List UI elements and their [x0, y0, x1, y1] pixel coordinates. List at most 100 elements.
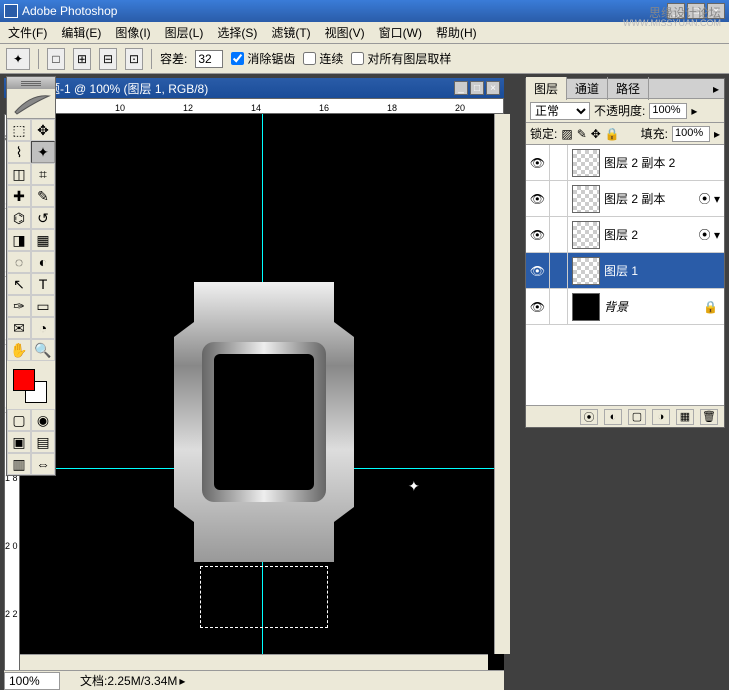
new-layer-button[interactable]: ▦	[676, 409, 694, 425]
screenmode-std-icon[interactable]: ▣	[7, 431, 31, 453]
visibility-toggle[interactable]: 👁	[526, 181, 550, 216]
jump-to-icon[interactable]: ⇔	[31, 453, 55, 475]
screenmode-full-icon[interactable]: ▤	[31, 431, 55, 453]
horizontal-ruler[interactable]: 8 10 12 14 16 18 20	[20, 98, 504, 114]
menu-image[interactable]: 图像(I)	[109, 22, 156, 43]
layer-thumbnail[interactable]	[572, 293, 600, 321]
fx-button[interactable]: ⦿	[580, 409, 598, 425]
tool-hand[interactable]: ✋	[7, 339, 31, 361]
fx-icon[interactable]: ⦿ ▾	[699, 226, 720, 243]
menu-help[interactable]: 帮助(H)	[430, 22, 483, 43]
selmode-new[interactable]: □	[47, 48, 65, 70]
foreground-color[interactable]	[13, 369, 35, 391]
menu-edit[interactable]: 编辑(E)	[55, 22, 107, 43]
tool-wand[interactable]: ✦	[31, 141, 55, 163]
tool-blur[interactable]: ◌	[7, 251, 31, 273]
tool-shape[interactable]: ▭	[31, 295, 55, 317]
link-column[interactable]	[550, 253, 568, 288]
tool-marquee[interactable]: ⬚	[7, 119, 31, 141]
layer-row[interactable]: 👁 图层 1	[526, 253, 724, 289]
toolbox[interactable]: ⬚✥⌇✦◫⌗✚✎⌬↺◨▦◌◐↖T✑▭✉◔✋🔍 ▢ ◉ ▣ ▤ ▥ ⇔	[6, 76, 56, 476]
menu-file[interactable]: 文件(F)	[2, 22, 53, 43]
folder-button[interactable]: ▢	[628, 409, 646, 425]
zoom-input[interactable]: 100%	[4, 672, 60, 690]
layer-row[interactable]: 👁 图层 2 副本⦿ ▾	[526, 181, 724, 217]
menu-view[interactable]: 视图(V)	[319, 22, 371, 43]
tool-notes[interactable]: ✉	[7, 317, 31, 339]
layer-thumbnail[interactable]	[572, 257, 600, 285]
antialias-checkbox[interactable]	[231, 52, 244, 65]
selmode-add[interactable]: ⊞	[73, 48, 91, 70]
visibility-toggle[interactable]: 👁	[526, 289, 550, 324]
layer-thumbnail[interactable]	[572, 185, 600, 213]
tolerance-input[interactable]	[195, 50, 223, 68]
selmode-sub[interactable]: ⊟	[99, 48, 117, 70]
panel-menu-icon[interactable]: ▸	[708, 81, 724, 97]
lock-trans-icon[interactable]: ▨	[561, 127, 572, 141]
visibility-toggle[interactable]: 👁	[526, 253, 550, 288]
tool-zoom[interactable]: 🔍	[31, 339, 55, 361]
tab-channels[interactable]: 通道	[567, 77, 608, 100]
layer-row[interactable]: 👁背景🔒	[526, 289, 724, 325]
doc-close[interactable]: ×	[486, 81, 500, 95]
layer-name[interactable]: 图层 2 副本	[604, 190, 699, 207]
canvas[interactable]: ✦	[20, 114, 504, 670]
tool-pen[interactable]: ✑	[7, 295, 31, 317]
tool-brush[interactable]: ✎	[31, 185, 55, 207]
contiguous-checkbox[interactable]	[303, 52, 316, 65]
alllayers-checkbox[interactable]	[351, 52, 364, 65]
tool-slice[interactable]: ⌗	[31, 163, 55, 185]
lock-move-icon[interactable]: ✥	[591, 127, 601, 141]
tab-layers[interactable]: 图层	[526, 77, 567, 100]
visibility-toggle[interactable]: 👁	[526, 145, 550, 180]
layer-name[interactable]: 图层 1	[604, 262, 724, 279]
tool-heal[interactable]: ✚	[7, 185, 31, 207]
blend-mode-select[interactable]: 正常	[530, 102, 590, 120]
menu-filter[interactable]: 滤镜(T)	[265, 22, 316, 43]
menu-window[interactable]: 窗口(W)	[373, 22, 428, 43]
doc-maximize[interactable]: □	[470, 81, 484, 95]
document-titlebar[interactable]: 未标题-1 @ 100% (图层 1, RGB/8) _ □ ×	[4, 78, 504, 98]
tool-eraser[interactable]: ◨	[7, 229, 31, 251]
fill-input[interactable]: 100%	[672, 126, 710, 142]
tool-lasso[interactable]: ⌇	[7, 141, 31, 163]
trash-button[interactable]: 🗑	[700, 409, 718, 425]
layer-thumbnail[interactable]	[572, 149, 600, 177]
tool-move[interactable]: ✥	[31, 119, 55, 141]
vertical-scrollbar[interactable]	[494, 114, 510, 654]
tab-paths[interactable]: 路径	[608, 77, 649, 100]
layer-thumbnail[interactable]	[572, 221, 600, 249]
tool-path[interactable]: ↖	[7, 273, 31, 295]
layer-row[interactable]: 👁 图层 2⦿ ▾	[526, 217, 724, 253]
screenmode-menubar-icon[interactable]: ▥	[7, 453, 31, 475]
menu-select[interactable]: 选择(S)	[211, 22, 263, 43]
adjust-button[interactable]: ◑	[652, 409, 670, 425]
link-column[interactable]	[550, 145, 568, 180]
layer-name[interactable]: 背景	[604, 298, 703, 315]
doc-minimize[interactable]: _	[454, 81, 468, 95]
tool-dodge[interactable]: ◐	[31, 251, 55, 273]
toolbox-grip[interactable]	[7, 77, 55, 89]
opacity-arrow-icon[interactable]: ▸	[691, 104, 697, 118]
tool-crop[interactable]: ◫	[7, 163, 31, 185]
current-tool-icon[interactable]: ✦	[6, 48, 30, 70]
layer-row[interactable]: 👁 图层 2 副本 2	[526, 145, 724, 181]
docsize-menu-icon[interactable]: ▸	[179, 674, 185, 688]
fill-arrow-icon[interactable]: ▸	[714, 127, 720, 141]
lock-all-icon[interactable]: 🔒	[605, 127, 620, 141]
link-column[interactable]	[550, 289, 568, 324]
mask-button[interactable]: ◐	[604, 409, 622, 425]
tool-history[interactable]: ↺	[31, 207, 55, 229]
visibility-toggle[interactable]: 👁	[526, 217, 550, 252]
layer-name[interactable]: 图层 2 副本 2	[604, 154, 724, 171]
tool-gradient[interactable]: ▦	[31, 229, 55, 251]
link-column[interactable]	[550, 217, 568, 252]
menu-layer[interactable]: 图层(L)	[159, 22, 210, 43]
tool-stamp[interactable]: ⌬	[7, 207, 31, 229]
selmode-int[interactable]: ⊡	[125, 48, 143, 70]
opacity-input[interactable]: 100%	[649, 103, 687, 119]
tool-type[interactable]: T	[31, 273, 55, 295]
fx-icon[interactable]: ⦿ ▾	[699, 190, 720, 207]
layer-name[interactable]: 图层 2	[604, 226, 699, 243]
lock-paint-icon[interactable]: ✎	[577, 127, 587, 141]
